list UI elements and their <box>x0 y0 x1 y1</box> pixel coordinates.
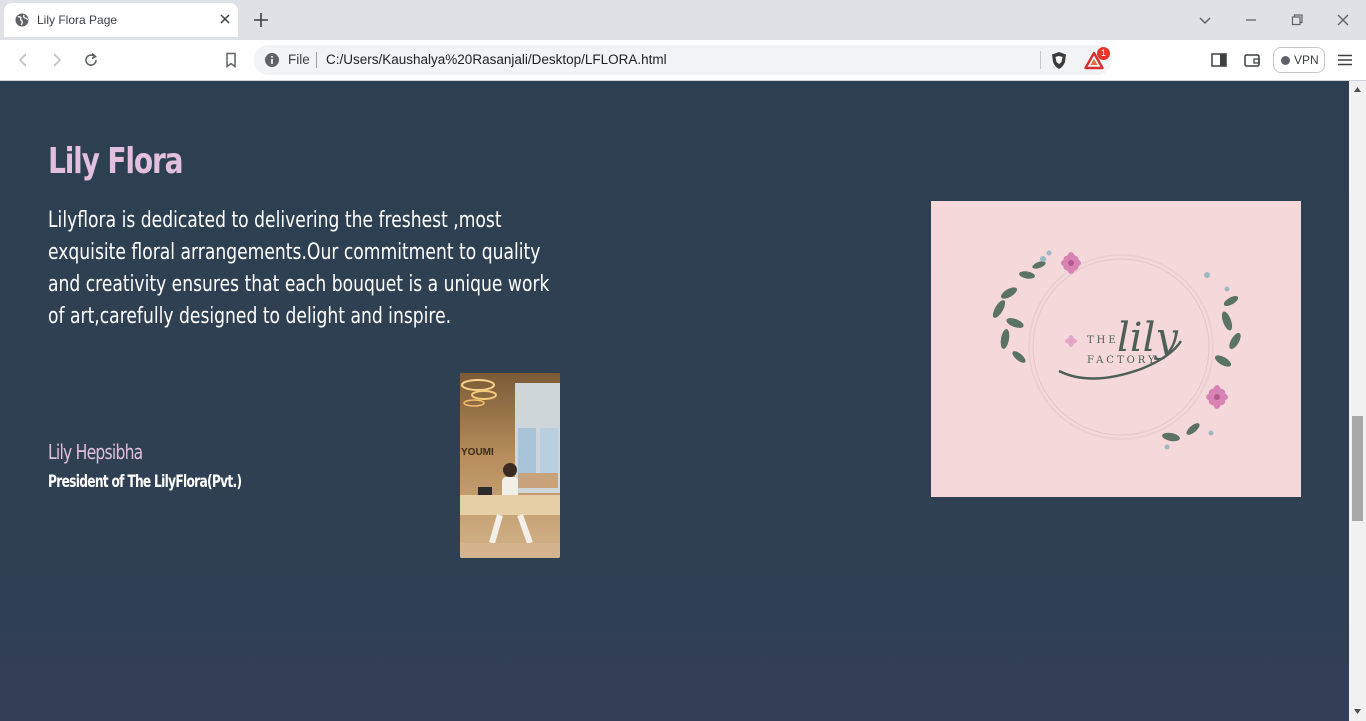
vpn-button[interactable]: VPN <box>1273 47 1325 73</box>
president-title: President of The LilyFlora(Pvt.) <box>48 472 242 492</box>
page-scrollbar[interactable] <box>1349 81 1366 721</box>
brand-title: Lily Flora <box>48 141 184 182</box>
tab-strip: Lily Flora Page <box>0 0 1366 40</box>
vpn-status-icon <box>1281 56 1290 65</box>
page-content: Lily Flora Lilyflora is dedicated to del… <box>0 81 1349 721</box>
address-url[interactable]: C:/Users/Kaushalya%20Rasanjali/Desktop/L… <box>326 52 667 67</box>
intro-paragraph: Lilyflora is dedicated to delivering the… <box>48 208 550 329</box>
globe-icon <box>15 13 29 27</box>
scroll-thumb[interactable] <box>1352 416 1363 521</box>
president-photo: YOUMI <box>460 373 560 558</box>
tab-title: Lily Flora Page <box>37 13 118 27</box>
address-divider-right <box>1040 51 1041 69</box>
minimize-icon[interactable] <box>1243 12 1259 28</box>
address-bar[interactable]: File C:/Users/Kaushalya%20Rasanjali/Desk… <box>254 45 1112 75</box>
close-tab-icon[interactable] <box>217 11 233 27</box>
brave-shields-icon[interactable] <box>1050 51 1068 70</box>
rewards-count-badge: 1 <box>1097 47 1110 60</box>
address-divider <box>316 52 317 68</box>
tab-search-chevron-icon[interactable] <box>1197 12 1213 28</box>
wallet-icon[interactable] <box>1243 51 1261 69</box>
browser-toolbar: File C:/Users/Kaushalya%20Rasanjali/Desk… <box>0 40 1366 81</box>
president-name: Lily Hepsibha <box>48 440 143 464</box>
scroll-down-icon[interactable] <box>1353 707 1362 716</box>
restore-icon[interactable] <box>1289 12 1305 28</box>
browser-tab[interactable]: Lily Flora Page <box>4 3 238 37</box>
address-scheme: File <box>288 52 310 67</box>
lily-factory-logo: THE lily FACTORY <box>931 201 1301 497</box>
new-tab-icon[interactable] <box>252 11 270 29</box>
back-icon[interactable] <box>14 51 32 69</box>
close-window-icon[interactable] <box>1335 12 1351 28</box>
reload-icon[interactable] <box>82 51 100 69</box>
svg-text:THE: THE <box>1087 335 1119 346</box>
scroll-up-icon[interactable] <box>1353 85 1362 94</box>
svg-text:YOUMI: YOUMI <box>461 447 494 458</box>
bookmark-icon[interactable] <box>222 51 240 69</box>
info-icon[interactable] <box>264 52 280 68</box>
sidebar-toggle-icon[interactable] <box>1210 51 1228 69</box>
vpn-label: VPN <box>1294 53 1319 67</box>
forward-icon[interactable] <box>48 51 66 69</box>
menu-icon[interactable] <box>1336 51 1354 69</box>
svg-text:FACTORY: FACTORY <box>1087 355 1158 366</box>
